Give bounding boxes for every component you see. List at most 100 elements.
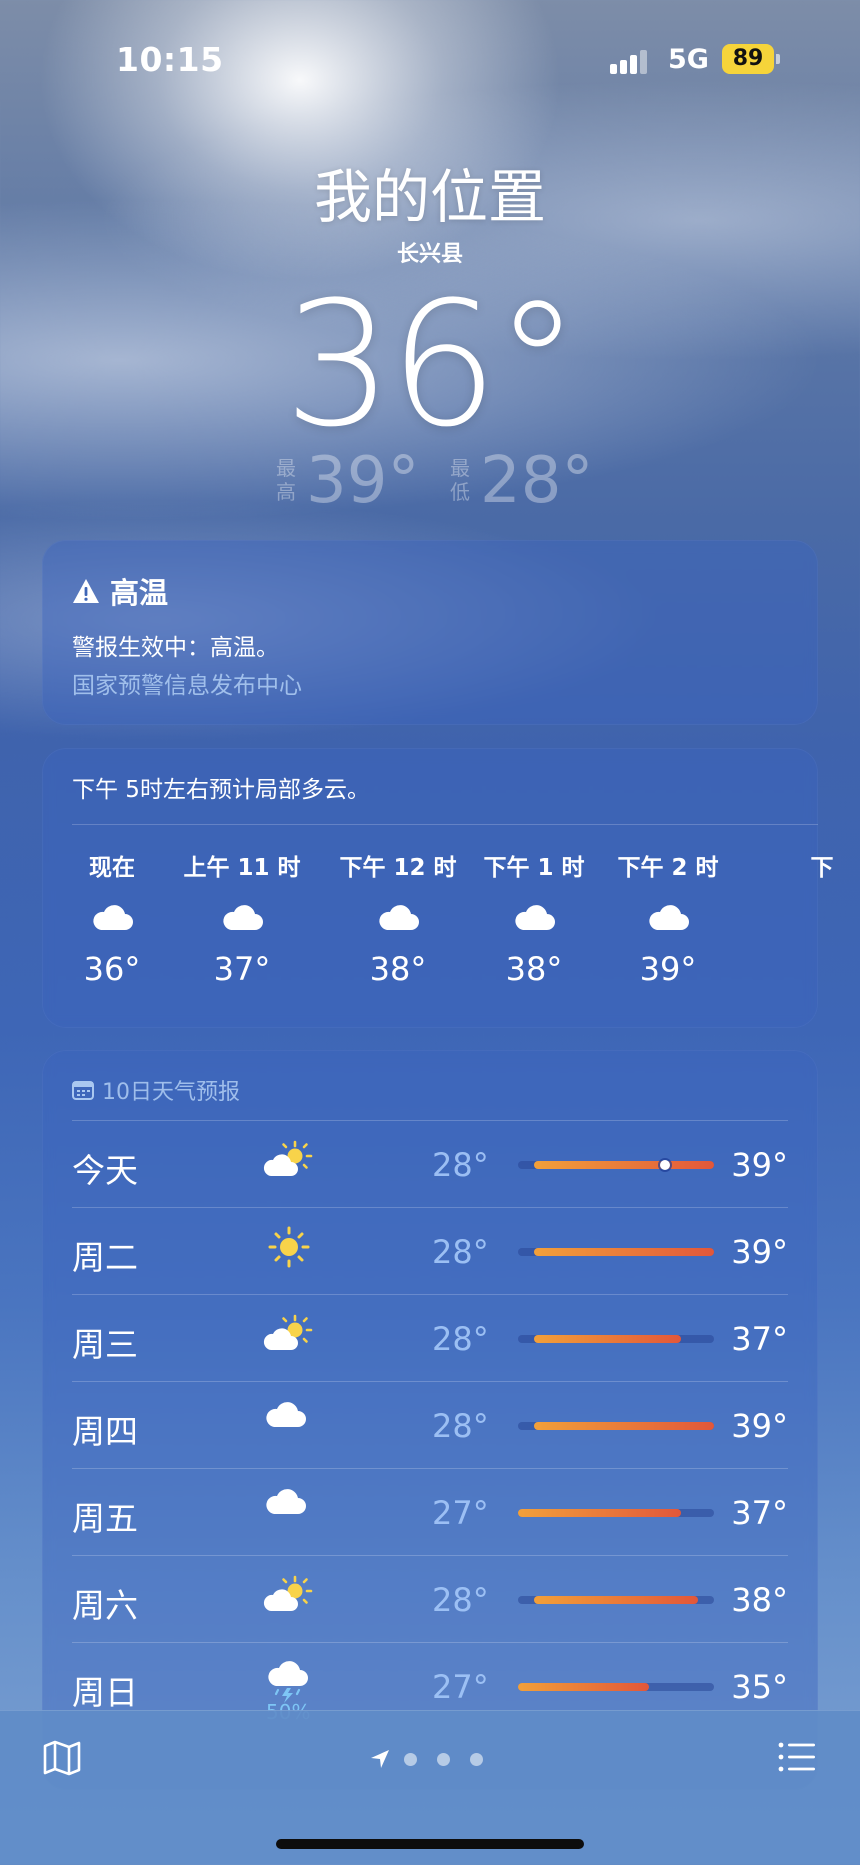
partly-sunny-icon bbox=[262, 1138, 316, 1182]
location-arrow-icon[interactable] bbox=[370, 1749, 390, 1769]
page-dot[interactable] bbox=[404, 1752, 417, 1766]
day-high: 39° bbox=[731, 1407, 788, 1445]
day-low: 28° bbox=[432, 1320, 489, 1358]
day-low: 27° bbox=[432, 1668, 489, 1706]
partly-sunny-icon bbox=[262, 1312, 316, 1356]
hourly-item: 现在 36° bbox=[52, 848, 172, 988]
map-icon[interactable] bbox=[42, 1739, 82, 1777]
temp-range-bar bbox=[518, 1596, 714, 1604]
high-low: 最高 39° 最低 28° bbox=[0, 444, 860, 520]
page-dot[interactable] bbox=[470, 1752, 483, 1766]
hourly-forecast-card[interactable]: 下午 5时左右预计局部多云。 现在 36° 上午 11 时 37° 下午 12 时 38°… bbox=[42, 748, 834, 1028]
cloud-icon bbox=[645, 902, 691, 934]
day-name: 今天 bbox=[72, 1151, 138, 1190]
alert-title-row: 高温 bbox=[72, 570, 168, 612]
daily-forecast-card[interactable]: 10日天气预报 今天 28° 39° 周二 28° 39° 周三 28° 37° 周四 28° 39°… bbox=[42, 1050, 818, 1790]
calendar-icon bbox=[72, 1081, 94, 1100]
battery-tip bbox=[776, 54, 780, 64]
list-icon[interactable] bbox=[778, 1741, 816, 1773]
day-name: 周二 bbox=[72, 1238, 138, 1277]
status-time: 10:15 bbox=[116, 40, 224, 79]
current-temperature: 36° bbox=[283, 264, 581, 465]
low-label: 最低 bbox=[450, 456, 470, 504]
cloud-icon bbox=[799, 902, 845, 934]
day-high: 39° bbox=[731, 1233, 788, 1271]
cloud-icon bbox=[219, 902, 265, 934]
temp-range-fill bbox=[534, 1161, 714, 1169]
temp-range-bar bbox=[518, 1335, 714, 1343]
day-low: 28° bbox=[432, 1233, 489, 1271]
hourly-item: 下午 1 时 38° bbox=[474, 848, 594, 988]
high-label: 最高 bbox=[276, 456, 296, 504]
hourly-item: 上午 11 时 37° bbox=[182, 848, 302, 988]
page-dot[interactable] bbox=[437, 1752, 450, 1766]
thunderstorm-icon bbox=[262, 1660, 316, 1704]
daily-row[interactable]: 周六 28° 38° bbox=[72, 1555, 788, 1642]
hour-temp: 38° bbox=[505, 950, 563, 988]
low-temp: 28° bbox=[480, 444, 594, 518]
location-title: 我的位置 bbox=[313, 163, 546, 231]
alert-source: 国家预警信息发布中心 bbox=[72, 673, 302, 699]
temp-range-fill bbox=[518, 1509, 682, 1517]
signal-icon bbox=[610, 50, 650, 74]
hour-label: 下午 12 时 bbox=[339, 855, 457, 881]
hourly-item: 下 bbox=[762, 848, 860, 950]
home-indicator bbox=[276, 1839, 584, 1849]
day-high: 37° bbox=[731, 1320, 788, 1358]
hour-label: 上午 11 时 bbox=[183, 855, 301, 881]
current-temp-dot bbox=[660, 1160, 670, 1170]
hourly-summary: 下午 5时左右预计局部多云。 bbox=[72, 777, 370, 803]
divider bbox=[72, 824, 818, 825]
cloud-icon bbox=[375, 902, 421, 934]
day-name: 周四 bbox=[72, 1412, 138, 1451]
day-low: 28° bbox=[432, 1407, 489, 1445]
daily-row[interactable]: 今天 28° 39° bbox=[72, 1120, 788, 1207]
hour-label: 下午 1 时 bbox=[483, 855, 585, 881]
bottom-toolbar bbox=[0, 1710, 860, 1865]
daily-header-label: 10日天气预报 bbox=[102, 1080, 240, 1105]
temp-range-fill bbox=[534, 1335, 682, 1343]
daily-row[interactable]: 周四 28° 39° bbox=[72, 1381, 788, 1468]
partly-sunny-icon bbox=[262, 1573, 316, 1617]
temp-range-bar bbox=[518, 1422, 714, 1430]
hour-temp: 38° bbox=[369, 950, 427, 988]
hourly-item: 下午 2 时 39° bbox=[608, 848, 728, 988]
battery-icon: 89 bbox=[722, 44, 774, 74]
sun-icon bbox=[262, 1225, 316, 1269]
alert-body: 警报生效中：高温。 bbox=[72, 635, 279, 661]
alert-card[interactable]: 高温 警报生效中：高温。 国家预警信息发布中心 bbox=[42, 540, 818, 725]
temp-range-fill bbox=[534, 1422, 714, 1430]
page-indicator[interactable] bbox=[370, 1747, 503, 1771]
daily-row[interactable]: 周三 28° 37° bbox=[72, 1294, 788, 1381]
hour-label: 现在 bbox=[89, 855, 135, 881]
temp-range-bar bbox=[518, 1160, 714, 1170]
location-header: 我的位置 长兴县 36° 最高 39° 最低 28° bbox=[0, 150, 860, 518]
cloud-icon bbox=[262, 1399, 316, 1443]
day-high: 38° bbox=[731, 1581, 788, 1619]
cloud-icon bbox=[262, 1486, 316, 1530]
high-temp: 39° bbox=[306, 444, 420, 518]
day-name: 周五 bbox=[72, 1499, 138, 1538]
daily-header: 10日天气预报 bbox=[72, 1074, 240, 1106]
day-name: 周三 bbox=[72, 1325, 138, 1364]
cloud-icon bbox=[511, 902, 557, 934]
hour-temp: 39° bbox=[639, 950, 697, 988]
day-low: 28° bbox=[432, 1146, 489, 1184]
day-name: 周六 bbox=[72, 1586, 138, 1625]
hourly-item: 下午 12 时 38° bbox=[338, 848, 458, 988]
warning-icon bbox=[73, 579, 99, 603]
hour-temp: 36° bbox=[83, 950, 141, 988]
temp-range-bar bbox=[518, 1683, 714, 1691]
day-name: 周日 bbox=[72, 1673, 138, 1712]
temp-range-fill bbox=[534, 1596, 698, 1604]
temp-range-bar bbox=[518, 1509, 714, 1517]
status-bar: 10:15 5G 89 bbox=[0, 40, 860, 80]
daily-row[interactable]: 周五 27° 37° bbox=[72, 1468, 788, 1555]
alert-title: 高温 bbox=[110, 576, 169, 610]
temp-range-bar bbox=[518, 1248, 714, 1256]
daily-row[interactable]: 周二 28° 39° bbox=[72, 1207, 788, 1294]
day-high: 35° bbox=[731, 1668, 788, 1706]
hour-label: 下 bbox=[810, 855, 834, 881]
temp-range-fill bbox=[518, 1683, 649, 1691]
hour-temp: 37° bbox=[213, 950, 271, 988]
